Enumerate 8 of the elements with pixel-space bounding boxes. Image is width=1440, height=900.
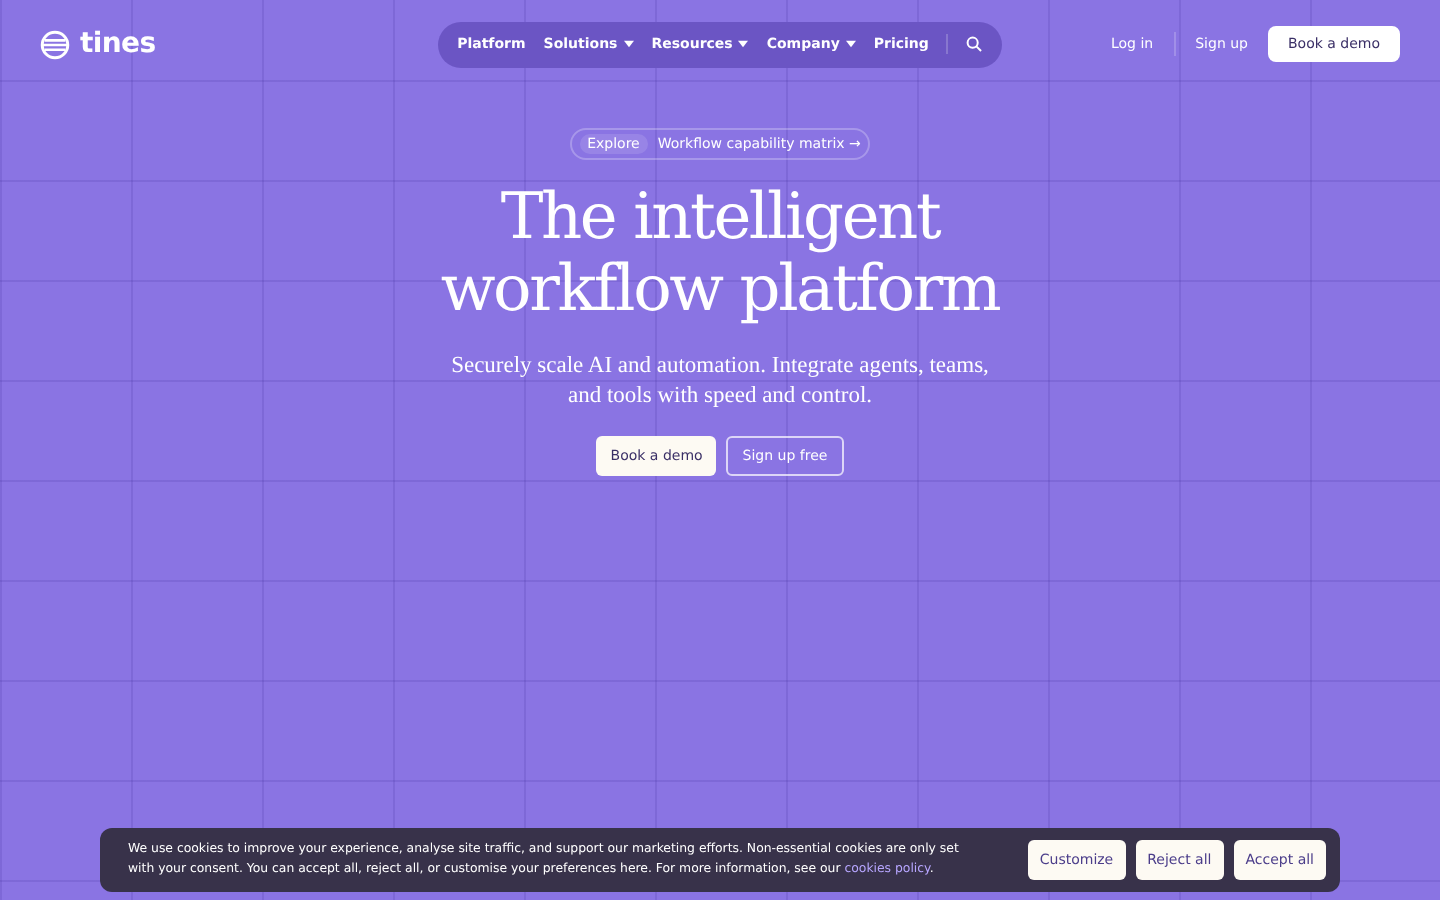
hero-subtitle: Securely scale AI and automation. Integrate agents, teams, and tools with speed and control. [451, 352, 989, 412]
caret-icon [845, 40, 856, 48]
caret-icon [623, 40, 634, 48]
hero-title: The intelligent workflow platform [440, 180, 1000, 324]
caret-icon [738, 40, 749, 48]
logo-text: tines [80, 28, 156, 60]
search-icon[interactable] [966, 36, 983, 52]
logo-icon [40, 29, 70, 59]
